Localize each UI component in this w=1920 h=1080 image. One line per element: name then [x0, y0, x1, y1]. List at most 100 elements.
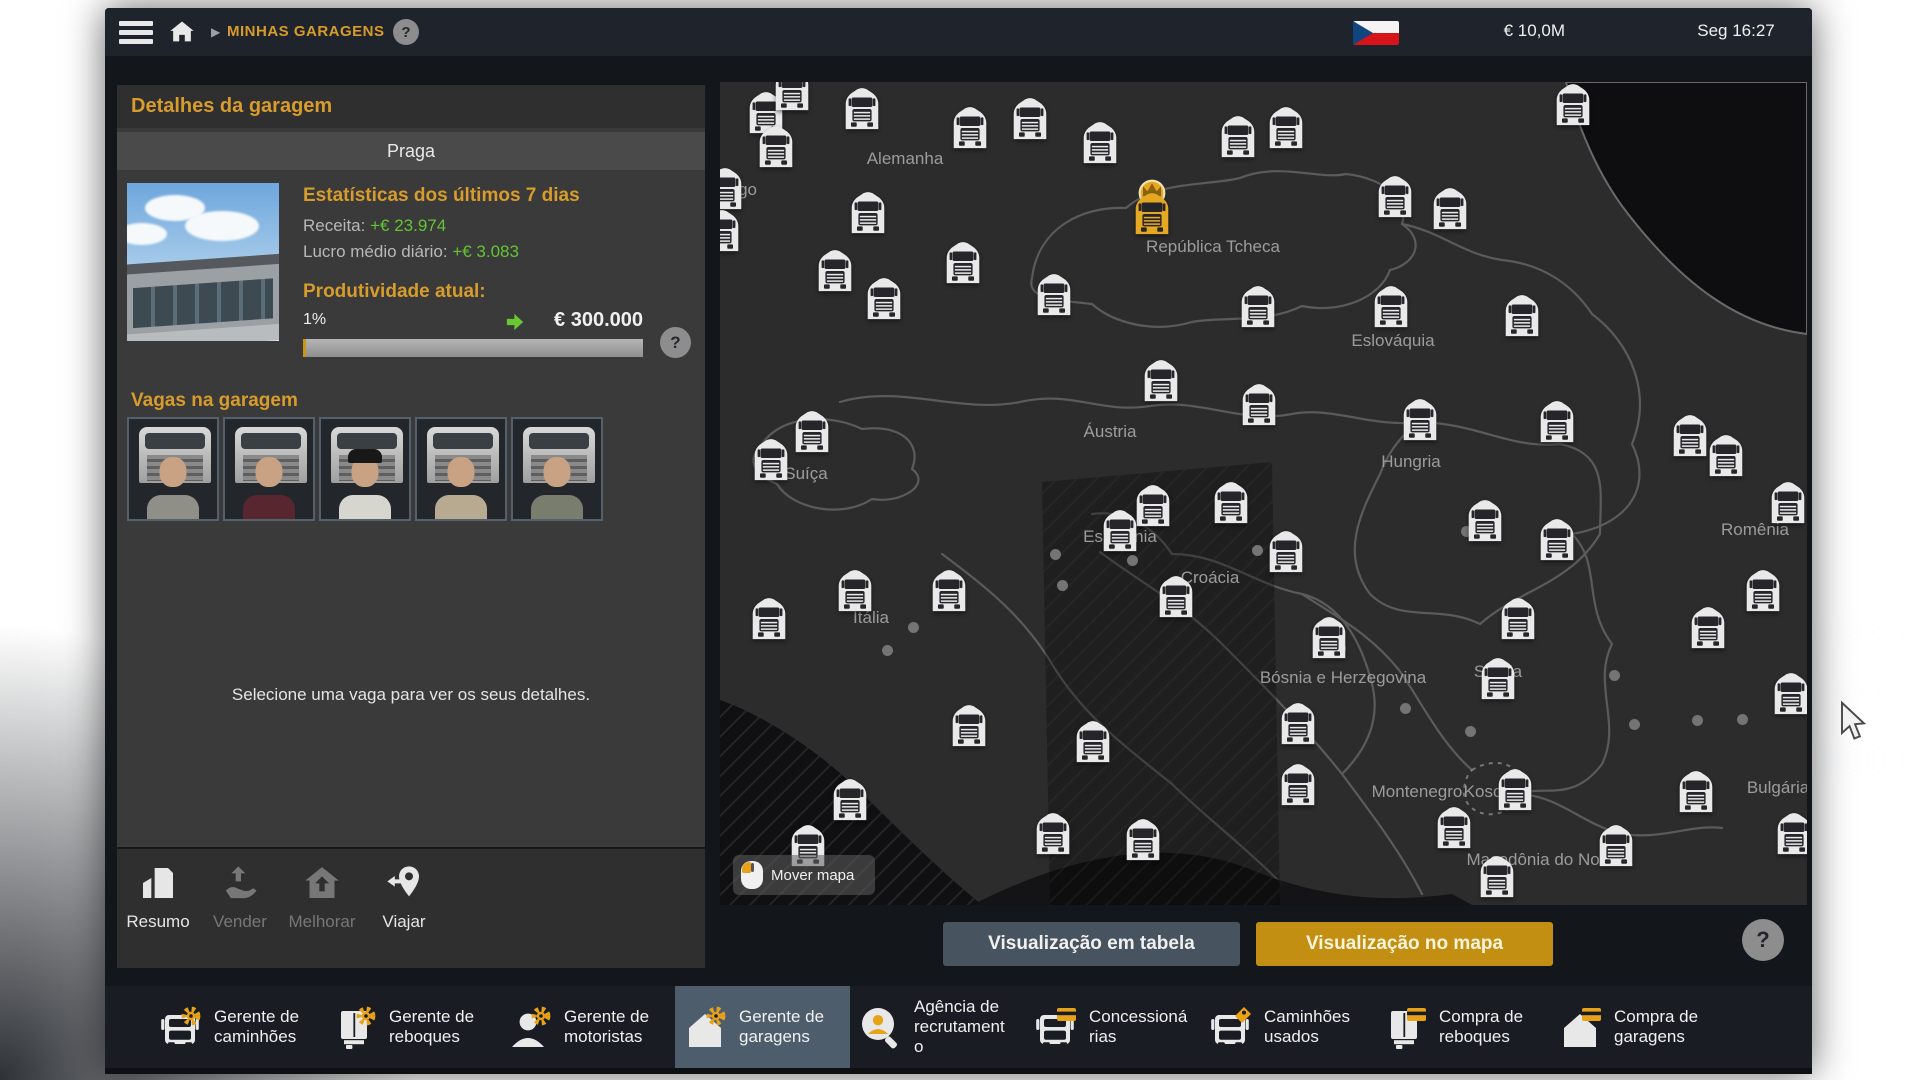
- garage-map-icon[interactable]: [1215, 113, 1261, 159]
- garage-map-icon[interactable]: [1703, 432, 1749, 478]
- garage-details-panel: Detalhes da garagem Praga Estatísticas d…: [117, 85, 705, 968]
- garage-map-icon[interactable]: [827, 776, 873, 822]
- garage-map-icon[interactable]: [812, 247, 858, 293]
- toolbar-item-label: Caminhõesusados: [1264, 1007, 1350, 1047]
- city-dot: [1252, 545, 1263, 556]
- garage-map-icon[interactable]: [1153, 573, 1199, 619]
- garage-map-icon[interactable]: [1499, 292, 1545, 338]
- toolbar-item-truck-manager[interactable]: Gerente decaminhões: [150, 986, 325, 1068]
- garage-map-icon[interactable]: [1263, 528, 1309, 574]
- table-view-button[interactable]: Visualização em tabela: [943, 922, 1240, 966]
- garage-map-icon[interactable]: [1235, 283, 1281, 329]
- garage-map[interactable]: AlemanhaRepública TchecaEslováquiaHungri…: [720, 82, 1807, 905]
- trailer-card-icon: [1381, 1003, 1429, 1051]
- garage-map-icon[interactable]: [1372, 173, 1418, 219]
- garage-map-icon[interactable]: [1495, 595, 1541, 641]
- garage-map-icon[interactable]: [1397, 396, 1443, 442]
- productivity-row: 1% € 300.000: [303, 309, 643, 335]
- toolbar-item-trailer-manager[interactable]: Gerente dereboques: [325, 986, 500, 1068]
- summary-button[interactable]: Resumo: [117, 863, 199, 932]
- garage-map-icon[interactable]: [1097, 507, 1143, 553]
- garage-map-icon[interactable]: [1740, 567, 1786, 613]
- toolbar-item-dealers[interactable]: Concessionárias: [1025, 986, 1200, 1068]
- toolbar-item-trailer-purchase[interactable]: Compra dereboques: [1375, 986, 1550, 1068]
- garage-map-icon[interactable]: [720, 165, 748, 211]
- garage-map-icon[interactable]: [1771, 810, 1807, 856]
- garage-map-icon[interactable]: [1462, 497, 1508, 543]
- garage-map-icon[interactable]: [1492, 766, 1538, 812]
- garage-map-icon[interactable]: [1030, 810, 1076, 856]
- city-dot: [1465, 726, 1476, 737]
- toolbar-item-used-trucks[interactable]: Caminhõesusados: [1200, 986, 1375, 1068]
- garage-map-icon[interactable]: [1431, 804, 1477, 850]
- garage-map-icon[interactable]: [753, 123, 799, 169]
- garage-map-icon[interactable]: [789, 408, 835, 454]
- map-help-button[interactable]: ?: [1742, 919, 1784, 961]
- garage-slot[interactable]: [511, 417, 603, 521]
- home-icon[interactable]: [167, 18, 197, 46]
- garage-map-icon[interactable]: [940, 239, 986, 285]
- garage-map-icon[interactable]: [1077, 119, 1123, 165]
- garage-map-icon[interactable]: [1031, 271, 1077, 317]
- move-map-hint[interactable]: Mover mapa: [733, 855, 875, 895]
- garage-map-icon[interactable]: [1208, 479, 1254, 525]
- garage-map-icon[interactable]: [1275, 761, 1321, 807]
- garage-map-icon[interactable]: [1673, 768, 1719, 814]
- toolbar-item-recruitment-agency[interactable]: Agência derecrutamento: [850, 986, 1025, 1068]
- garage-slot[interactable]: [127, 417, 219, 521]
- garage-slot[interactable]: [415, 417, 507, 521]
- garage-map-icon[interactable]: [1263, 104, 1309, 150]
- toolbar-item-garage-purchase[interactable]: Compra degaragens: [1550, 986, 1725, 1068]
- toolbar-item-garage-manager[interactable]: Gerente degaragens: [675, 986, 850, 1068]
- garage-map-icon[interactable]: [720, 207, 745, 253]
- upgrade-button[interactable]: Melhorar: [281, 863, 363, 932]
- garage-map-icon[interactable]: [1007, 95, 1053, 141]
- garage-map-icon[interactable]: [845, 189, 891, 235]
- toolbar-item-label: Gerente degaragens: [739, 1007, 824, 1047]
- garage-map-icon[interactable]: [1070, 718, 1116, 764]
- garage-map-icon[interactable]: [1765, 479, 1807, 525]
- menu-icon[interactable]: [119, 21, 153, 44]
- garage-map-icon[interactable]: [1475, 655, 1521, 701]
- garage-map-icon[interactable]: [746, 595, 792, 641]
- map-view-button[interactable]: Visualização no mapa: [1256, 922, 1553, 966]
- garage-map-icon[interactable]: [1236, 381, 1282, 427]
- breadcrumb-help-button[interactable]: ?: [393, 19, 419, 45]
- stats-title: Estatísticas dos últimos 7 dias: [303, 185, 580, 207]
- garage-map-icon[interactable]: [1768, 670, 1807, 716]
- garage-map-icon[interactable]: [1474, 853, 1520, 899]
- garage-map-icon[interactable]: [1427, 185, 1473, 231]
- revenue-line: Receita: +€ 23.974: [303, 216, 446, 236]
- selected-garage-map-icon[interactable]: [1129, 190, 1175, 236]
- sell-button[interactable]: Vender: [199, 863, 281, 932]
- garage-map-icon[interactable]: [832, 567, 878, 613]
- garage-map-icon[interactable]: [839, 85, 885, 131]
- garage-map-icon[interactable]: [1685, 604, 1731, 650]
- garage-map-icon[interactable]: [946, 702, 992, 748]
- profit-value: +€ 3.083: [452, 242, 519, 261]
- garage-map-icon[interactable]: [748, 436, 794, 482]
- productivity-value: € 300.000: [554, 309, 643, 332]
- garage-map-icon[interactable]: [1534, 516, 1580, 562]
- garage-slot[interactable]: [319, 417, 411, 521]
- garage-map-icon[interactable]: [1368, 283, 1414, 329]
- upgrade-icon: [302, 863, 342, 903]
- productivity-bar-fill: [303, 339, 306, 357]
- garage-city-header: Praga: [117, 132, 705, 170]
- garage-map-icon[interactable]: [1593, 822, 1639, 868]
- garage-map-icon[interactable]: [947, 104, 993, 150]
- productivity-help-button[interactable]: ?: [660, 327, 691, 358]
- garage-map-icon[interactable]: [861, 275, 907, 321]
- garage-map-icon[interactable]: [1306, 614, 1352, 660]
- garage-map-icon[interactable]: [1534, 398, 1580, 444]
- garage-map-icon[interactable]: [769, 82, 815, 112]
- garage-map-icon[interactable]: [1550, 82, 1596, 127]
- garage-slot[interactable]: [223, 417, 315, 521]
- garage-map-icon[interactable]: [926, 567, 972, 613]
- increase-arrow-icon: [505, 312, 525, 332]
- garage-map-icon[interactable]: [1120, 816, 1166, 862]
- garage-map-icon[interactable]: [1138, 357, 1184, 403]
- garage-map-icon[interactable]: [1275, 700, 1321, 746]
- toolbar-item-driver-manager[interactable]: Gerente demotoristas: [500, 986, 675, 1068]
- travel-button[interactable]: Viajar: [363, 863, 445, 932]
